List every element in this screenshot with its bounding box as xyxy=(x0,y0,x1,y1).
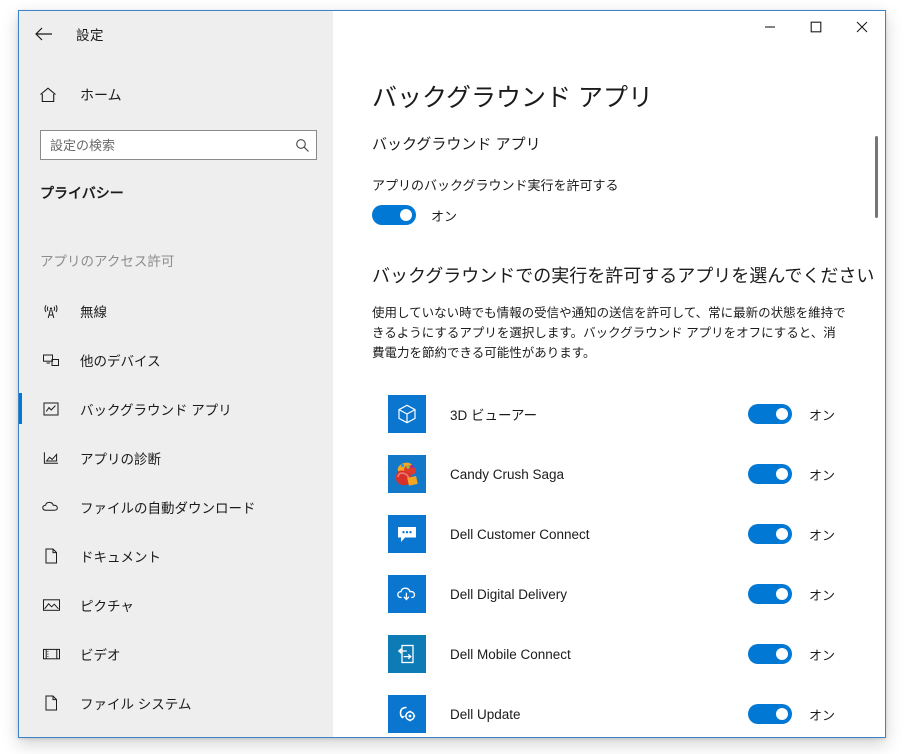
master-toggle[interactable] xyxy=(372,205,416,225)
app-list: 3D ビューアー オン Candy Crush Saga オン Dell Cus… xyxy=(372,384,885,737)
app-toggle-state: オン xyxy=(808,587,835,603)
app-name: Dell Digital Delivery xyxy=(450,586,568,602)
sidebar-item-label: アプリの診断 xyxy=(80,451,161,467)
app-row: Dell Update オン xyxy=(388,684,835,737)
app-toggle-wrap: オン xyxy=(747,404,835,424)
sidebar-item-file-system[interactable]: ファイル システム xyxy=(19,678,333,727)
maximize-icon[interactable] xyxy=(793,11,839,43)
sidebar-item-label: ビデオ xyxy=(80,647,121,663)
app-toggle-state: オン xyxy=(808,527,835,543)
sidebar-item-label: 無線 xyxy=(80,304,107,320)
app-toggle-wrap: オン xyxy=(747,644,835,664)
window-title: 設定 xyxy=(76,28,104,43)
minimize-icon[interactable] xyxy=(747,11,793,43)
search-box[interactable] xyxy=(40,130,317,160)
window-controls xyxy=(333,11,885,57)
back-arrow-icon[interactable] xyxy=(21,15,66,53)
home-label: ホーム xyxy=(80,87,122,103)
main-content: バックグラウンド アプリ バックグラウンド アプリ アプリのバックグラウンド実行… xyxy=(333,57,885,737)
home-icon xyxy=(39,87,63,103)
app-row: Dell Digital Delivery オン xyxy=(388,564,835,624)
dell-mobile-connect-icon xyxy=(388,635,426,673)
app-toggle-wrap: オン xyxy=(747,464,835,484)
app-name: Dell Customer Connect xyxy=(450,526,590,542)
sidebar-item-home[interactable]: ホーム xyxy=(19,76,333,114)
close-icon[interactable] xyxy=(839,11,885,43)
cloud-download-icon xyxy=(40,496,62,518)
app-row: Dell Mobile Connect オン xyxy=(388,624,835,684)
app-row: Dell Customer Connect オン xyxy=(388,504,835,564)
screen: 設定 ホーム 設定の検索 プライバシー アプリのアクセス許可 無線 他のデバイス… xyxy=(0,0,904,754)
app-toggle[interactable] xyxy=(747,704,792,724)
sidebar: ホーム プライバシー アプリのアクセス許可 xyxy=(19,57,333,737)
app-name: Dell Update xyxy=(450,706,521,722)
app-toggle-state: オン xyxy=(808,707,835,723)
app-diagnostics-icon xyxy=(40,447,62,469)
sub-heading: バックグラウンドでの実行を許可するアプリを選んでください xyxy=(372,266,875,286)
sidebar-category-title: プライバシー xyxy=(40,185,124,201)
master-toggle-state: オン xyxy=(431,208,458,224)
sidebar-item-label: 他のデバイス xyxy=(80,353,161,369)
videos-icon xyxy=(40,643,62,665)
dell-digital-delivery-icon xyxy=(388,575,426,613)
other-devices-icon xyxy=(40,349,62,371)
radio-tower-icon xyxy=(40,300,62,322)
sidebar-nav: 無線 他のデバイス バックグラウンド アプリ アプリの診断 ファイルの自動ダウン… xyxy=(19,286,333,727)
sidebar-item-label: ピクチャ xyxy=(80,598,134,614)
app-toggle-wrap: オン xyxy=(747,704,835,724)
main-scrollbar-thumb[interactable] xyxy=(875,136,878,218)
sidebar-group-heading: アプリのアクセス許可 xyxy=(40,254,175,269)
sidebar-item-documents[interactable]: ドキュメント xyxy=(19,531,333,580)
dell-customer-connect-icon xyxy=(388,515,426,553)
app-toggle[interactable] xyxy=(747,584,792,604)
sidebar-item-videos[interactable]: ビデオ xyxy=(19,629,333,678)
app-toggle-state: オン xyxy=(808,407,835,423)
app-toggle[interactable] xyxy=(747,524,792,544)
master-setting-label: アプリのバックグラウンド実行を許可する xyxy=(372,178,619,193)
app-toggle-state: オン xyxy=(808,647,835,663)
title-bar: 設定 xyxy=(19,11,885,57)
search-icon[interactable] xyxy=(288,138,316,153)
section-title: バックグラウンド アプリ xyxy=(372,136,541,153)
sidebar-item-auto-file-downloads[interactable]: ファイルの自動ダウンロード xyxy=(19,482,333,531)
settings-window: 設定 ホーム 設定の検索 プライバシー アプリのアクセス許可 無線 他のデバイス… xyxy=(18,10,886,738)
app-name: 3D ビューアー xyxy=(450,408,538,423)
3d-viewer-icon xyxy=(388,395,426,433)
sidebar-item-label: ドキュメント xyxy=(80,549,161,565)
app-name: Dell Mobile Connect xyxy=(450,646,571,662)
page-title: バックグラウンド アプリ xyxy=(372,84,653,112)
sidebar-item-pictures[interactable]: ピクチャ xyxy=(19,580,333,629)
background-apps-icon xyxy=(40,398,62,420)
app-toggle[interactable] xyxy=(747,644,792,664)
app-name: Candy Crush Saga xyxy=(450,466,565,482)
dell-update-icon xyxy=(388,695,426,733)
app-row: Candy Crush Saga オン xyxy=(388,444,835,504)
search-input[interactable] xyxy=(41,137,288,153)
sidebar-item-background-apps[interactable]: バックグラウンド アプリ xyxy=(19,384,333,433)
description-text: 使用していない時でも情報の受信や通知の送信を許可して、常に最新の状態を維持できる… xyxy=(372,306,846,360)
sidebar-item-label: ファイルの自動ダウンロード xyxy=(80,500,256,516)
sidebar-item-label: ファイル システム xyxy=(80,696,192,712)
sidebar-item-app-diagnostics[interactable]: アプリの診断 xyxy=(19,433,333,482)
app-toggle[interactable] xyxy=(747,464,792,484)
sidebar-item-other-devices[interactable]: 他のデバイス xyxy=(19,335,333,384)
app-toggle[interactable] xyxy=(747,404,792,424)
app-toggle-wrap: オン xyxy=(747,524,835,544)
title-bar-left: 設定 xyxy=(19,11,333,57)
document-icon xyxy=(40,545,62,567)
app-row: 3D ビューアー オン xyxy=(388,384,835,444)
pictures-icon xyxy=(40,594,62,616)
app-toggle-state: オン xyxy=(808,467,835,483)
file-system-icon xyxy=(40,692,62,714)
app-toggle-wrap: オン xyxy=(747,584,835,604)
sidebar-item-wireless[interactable]: 無線 xyxy=(19,286,333,335)
sidebar-item-label: バックグラウンド アプリ xyxy=(80,402,232,418)
candy-crush-saga-icon xyxy=(388,455,426,493)
master-toggle-row: オン xyxy=(372,205,885,225)
